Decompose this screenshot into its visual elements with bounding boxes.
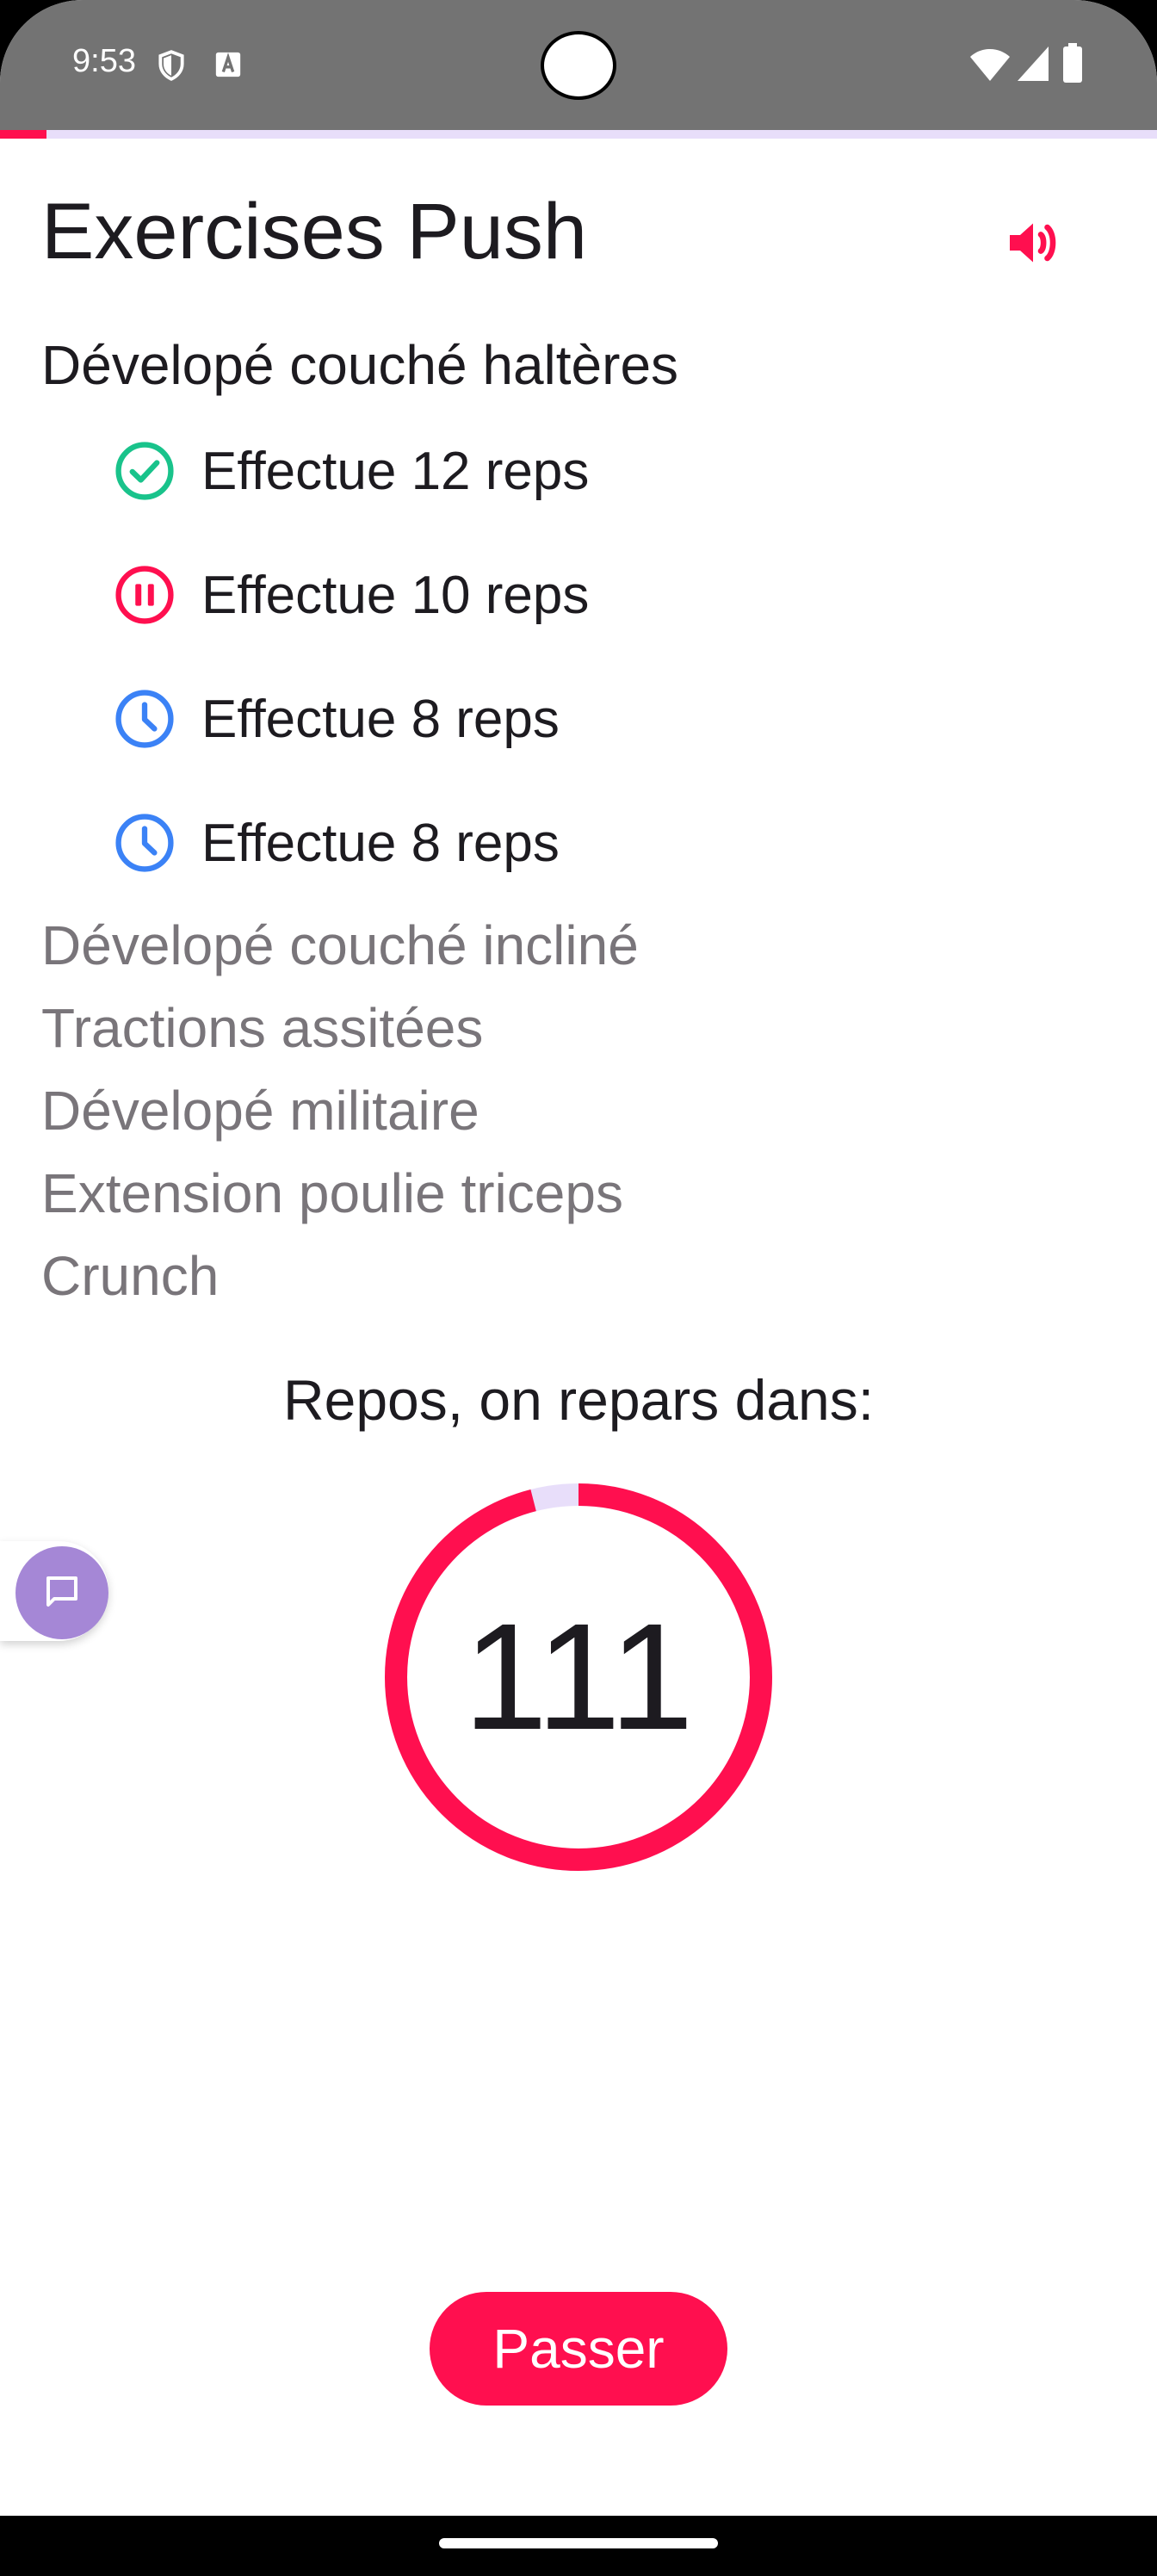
set-label: Effectue 8 reps — [201, 689, 560, 749]
page-title: Exercises Push — [41, 188, 588, 276]
upcoming-exercise: Extension poulie triceps — [41, 1162, 623, 1224]
upcoming-exercise: Dévelopé militaire — [41, 1080, 480, 1142]
status-time: 9:53 — [72, 43, 136, 79]
check-circle-icon — [112, 438, 177, 504]
upcoming-exercise: Crunch — [41, 1245, 220, 1307]
home-indicator[interactable] — [439, 2538, 718, 2548]
wifi-icon — [969, 45, 1011, 87]
upcoming-exercise: Tractions assitées — [41, 997, 484, 1059]
message-icon — [41, 1570, 83, 1616]
pause-circle-icon — [112, 562, 177, 628]
volume-up-icon — [1002, 223, 1064, 277]
rest-timer-value: 111 — [463, 1593, 694, 1762]
app-screen: 9:53 Exercises Push Dévelopé couché halt… — [0, 0, 1157, 2576]
set-row: Effectue 10 reps — [112, 560, 589, 629]
clock-icon — [112, 686, 177, 752]
shield-icon — [155, 48, 188, 87]
status-bar: 9:53 — [0, 0, 1157, 130]
workout-progress-fill — [0, 130, 46, 139]
upcoming-exercise: Dévelopé couché incliné — [41, 914, 639, 976]
workout-progress-bar — [0, 130, 1157, 139]
set-row: Effectue 12 reps — [112, 437, 589, 505]
skip-button[interactable]: Passer — [430, 2292, 727, 2406]
set-row: Effectue 8 reps — [112, 684, 560, 753]
clock-icon — [112, 810, 177, 876]
chat-bubble-button[interactable] — [15, 1546, 108, 1639]
keyboard-a-icon — [213, 50, 243, 84]
sound-toggle-button[interactable] — [1002, 212, 1064, 274]
camera-cutout — [541, 31, 616, 100]
signal-icon — [1016, 45, 1050, 87]
battery-icon — [1062, 43, 1083, 87]
rest-label: Repos, on repars dans: — [282, 1368, 875, 1432]
set-row: Effectue 8 reps — [112, 808, 560, 877]
set-label: Effectue 8 reps — [201, 813, 560, 873]
set-label: Effectue 12 reps — [201, 441, 590, 501]
current-exercise-name: Dévelopé couché haltères — [41, 334, 679, 396]
set-label: Effectue 10 reps — [201, 565, 590, 625]
